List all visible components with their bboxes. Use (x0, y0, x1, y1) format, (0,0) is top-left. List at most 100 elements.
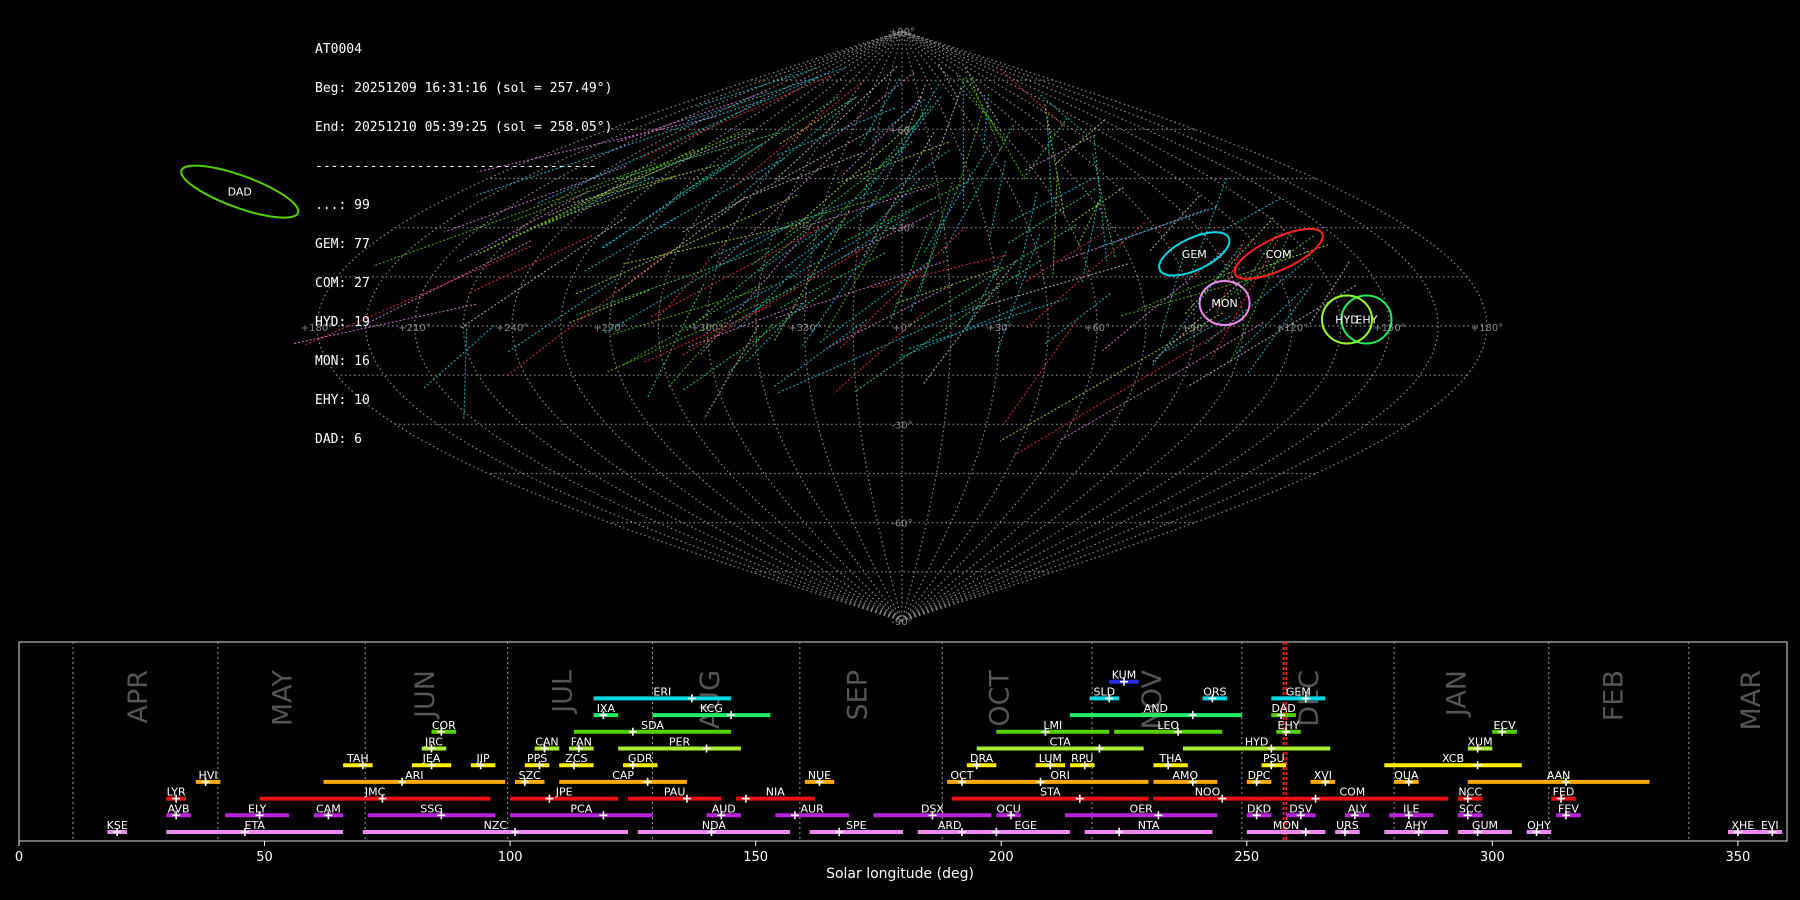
shower-code-label: DSV (1289, 802, 1312, 815)
shower-code-label: DSX (921, 802, 944, 815)
separator-line: ------------------------------------ (315, 159, 597, 174)
meteor-trail (954, 111, 984, 196)
count-row: DAD: 6 (315, 432, 362, 447)
radiant-label: HYD (1335, 313, 1358, 326)
shower-code-label: IXA (597, 702, 616, 715)
meteor-trail (804, 176, 877, 249)
station-id: AT0004 (315, 42, 362, 57)
meteor-trail (681, 128, 875, 234)
meteor-trail (956, 74, 1008, 144)
shower-code-label: NOO (1195, 786, 1221, 799)
shower-code-label: NCC (1458, 786, 1482, 799)
x-tick-label: 250 (1234, 850, 1259, 865)
shower-code-label: LYR (167, 786, 186, 799)
shower-code-label: KCG (700, 702, 723, 715)
month-label: MAY (268, 670, 299, 727)
shower-code-label: DAD (1271, 702, 1295, 715)
shower-code-label: HYD (1245, 736, 1268, 749)
shower-code-label: COM (1339, 786, 1365, 799)
shower-code-label: ALY (1348, 802, 1367, 815)
shower-code-label: CAM (316, 802, 341, 815)
meteor-trail (1220, 197, 1282, 232)
radiant-sky-map: +180°+150°+120°+90°+60°+30°+0°+330°+300°… (180, 27, 1503, 628)
month-label: SEP (842, 670, 873, 720)
shower-code-label: CAN (535, 736, 558, 749)
meteor-trail (649, 220, 834, 319)
shower-code-label: PPS (527, 752, 547, 765)
shower-code-label: XHE (1731, 819, 1754, 832)
meteor-trail (779, 96, 857, 145)
x-tick-label: 100 (498, 850, 523, 865)
meteor-trail (800, 239, 878, 349)
shower-code-label: RPU (1071, 752, 1093, 765)
shower-code-label: OER (1130, 802, 1154, 815)
shower-code-label: SDA (641, 719, 664, 732)
radiant-label: EHY (1355, 313, 1377, 326)
x-tick-label: 200 (989, 850, 1014, 865)
shower-code-label: NDA (702, 819, 727, 832)
shower-code-label: DRA (970, 752, 994, 765)
shower-code-label: AVB (168, 802, 190, 815)
radiant-label: COM (1266, 248, 1292, 261)
meteor-trail (682, 248, 865, 356)
shower-code-label: URS (1336, 819, 1359, 832)
shower-code-label: OCT (950, 769, 973, 782)
count-row: ...: 99 (315, 198, 370, 213)
shower-code-label: PSU (1263, 752, 1285, 765)
meteor-trail (1058, 322, 1264, 442)
month-label: JUL (548, 670, 579, 715)
shower-code-label: EVI (1761, 819, 1779, 832)
month-label: FEB (1599, 670, 1630, 721)
longitude-tick-label: +30° (986, 323, 1012, 334)
month-label: OCT (985, 670, 1016, 727)
shower-code-label: QUA (1394, 769, 1419, 782)
meteor-trail (994, 234, 1041, 359)
shower-code-label: JPE (555, 786, 573, 799)
meteor-trail (870, 254, 1007, 289)
meteor-trail (603, 222, 794, 334)
meteor-trail (647, 283, 705, 398)
month-label: JAN (1441, 670, 1472, 718)
x-axis-label: Solar longitude (deg) (826, 866, 974, 882)
meteor-trail (685, 212, 827, 332)
shower-code-label: NZC (484, 819, 508, 832)
meteor-trail (724, 209, 914, 314)
x-tick-label: 150 (743, 850, 768, 865)
meteor-trail (801, 185, 934, 229)
meteor-trail (854, 295, 994, 393)
shower-code-label: ORS (1203, 685, 1226, 698)
meteor-trail (779, 252, 886, 309)
shower-code-label: NTA (1138, 819, 1160, 832)
detection-summary: AT0004 Beg: 20251209 16:31:16 (sol = 257… (315, 17, 612, 459)
shower-code-label: COR (432, 719, 456, 732)
shower-code-label: AUD (712, 802, 736, 815)
shower-code-label: NUE (808, 769, 831, 782)
meteor-trail (617, 132, 779, 180)
longitude-tick-label: +60° (1084, 323, 1110, 334)
meteor-trail (1024, 117, 1068, 178)
meteor-trail (686, 67, 845, 122)
shower-code-label: FED (1553, 786, 1575, 799)
latitude-tick-label: -90° (891, 617, 912, 628)
shower-code-label: PER (669, 736, 691, 749)
begin-time: Beg: 20251209 16:31:16 (sol = 257.49°) (315, 81, 613, 96)
meteor-trail (1235, 287, 1305, 354)
shower-timeline-chart: APRMAYJUNJULAUGSEPOCTNOVDECJANFEBMARKUME… (15, 641, 1788, 865)
meteor-trail (989, 160, 1006, 238)
count-row: EHY: 10 (315, 393, 370, 408)
count-row: COM: 27 (315, 276, 370, 291)
meteor-trail (1024, 233, 1103, 283)
shower-code-label: JIP (476, 752, 490, 765)
meteor-trail (1023, 134, 1096, 172)
latitude-tick-label: +90° (889, 27, 915, 38)
meteor-trail (1026, 222, 1146, 329)
meteor-trail (719, 97, 856, 213)
x-tick-label: 50 (256, 850, 273, 865)
shower-code-label: DPC (1248, 769, 1271, 782)
meteor-trail (753, 152, 863, 196)
shower-code-label: JRC (424, 736, 443, 749)
shower-code-label: STA (1040, 786, 1061, 799)
month-label: JUN (410, 670, 441, 720)
meteor-trail (965, 251, 1007, 329)
x-tick-label: 300 (1480, 850, 1505, 865)
